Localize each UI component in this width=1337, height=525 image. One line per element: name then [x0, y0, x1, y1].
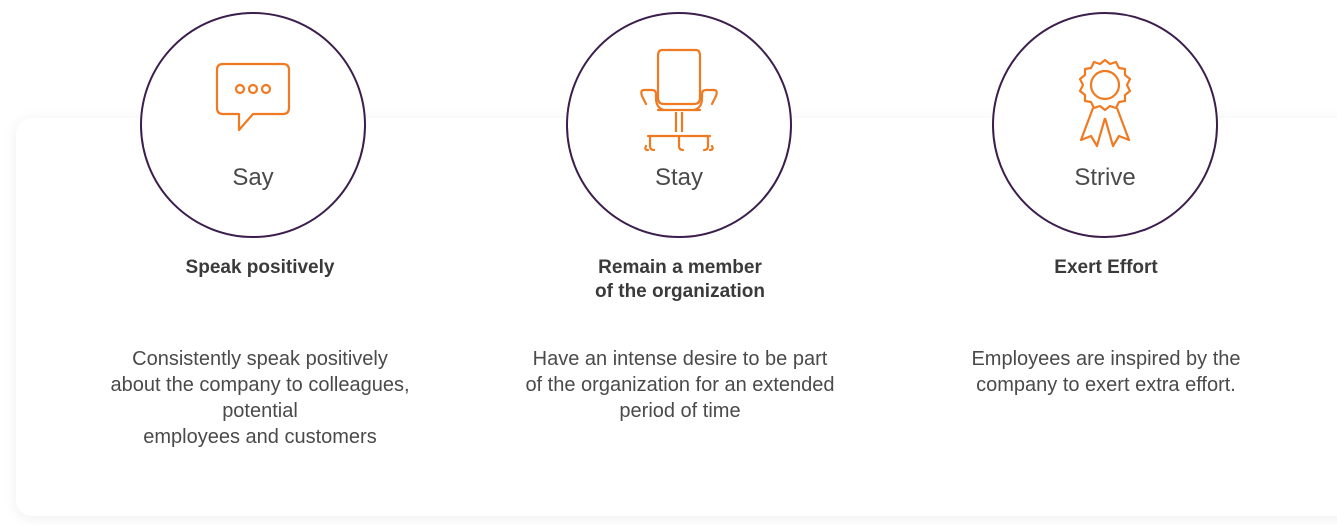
- pillar-heading: Speak positively: [185, 257, 335, 278]
- award-ribbon-icon: [1078, 58, 1132, 148]
- pillar-label: Strive: [1074, 164, 1136, 191]
- pillar-circle: Strive: [992, 12, 1218, 238]
- pillar-description: Consistently speak positively about the …: [110, 348, 410, 448]
- office-chair-icon: [640, 48, 718, 152]
- pillar-description: Employees are inspired by the company to…: [971, 348, 1241, 396]
- pillar-circle: Say: [140, 12, 366, 238]
- pillar-say: Say Speak positively Consistently speak …: [50, 0, 470, 525]
- pillar-stay: Stay Remain a member of the organization…: [470, 0, 890, 525]
- pillar-strive: Strive Exert Effort Employees are inspir…: [896, 0, 1316, 525]
- pillar-description: Have an intense desire to be part of the…: [525, 348, 835, 422]
- pillar-heading: Remain a member of the organization: [595, 257, 765, 302]
- pillar-heading: Exert Effort: [1054, 257, 1158, 278]
- pillar-label: Stay: [654, 164, 704, 191]
- pillar-circle: Stay: [566, 12, 792, 238]
- speech-bubble-icon: [215, 62, 291, 132]
- pillar-label: Say: [232, 164, 274, 191]
